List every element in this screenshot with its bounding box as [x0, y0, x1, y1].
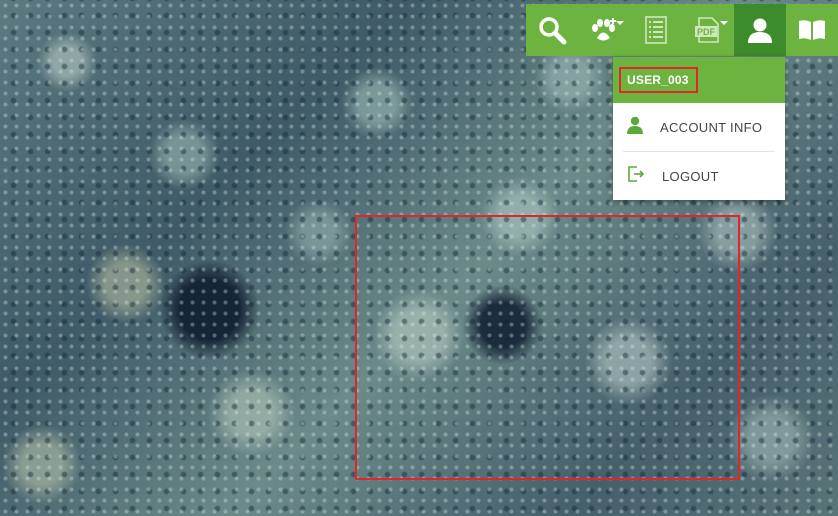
menu-item-account-info[interactable]: ACCOUNT INFO: [613, 103, 785, 151]
svg-text:PDF: PDF: [697, 27, 716, 37]
chevron-down-icon: [616, 21, 624, 25]
user-menu-header: USER_003: [613, 57, 785, 103]
toolbar: PDF: [526, 4, 838, 56]
person-icon: [627, 116, 643, 139]
user-button[interactable]: [734, 4, 786, 56]
menu-item-logout[interactable]: LOGOUT: [613, 152, 785, 200]
chevron-down-icon: [720, 21, 728, 25]
menu-item-label: ACCOUNT INFO: [660, 119, 763, 135]
user-dropdown-menu: USER_003 ACCOUNT INFO LOGOUT: [613, 57, 785, 200]
book-icon: [797, 18, 827, 42]
help-book-button[interactable]: [786, 4, 838, 56]
logout-icon: [627, 165, 645, 187]
list-button[interactable]: [630, 4, 682, 56]
user-icon: [746, 16, 774, 44]
paw-add-icon: [589, 17, 619, 43]
search-button[interactable]: [526, 4, 578, 56]
menu-item-label: LOGOUT: [662, 168, 719, 184]
pdf-icon: PDF: [694, 16, 722, 44]
pdf-export-button[interactable]: PDF: [682, 4, 734, 56]
list-document-icon: [645, 16, 667, 44]
username-label: USER_003: [619, 67, 698, 93]
add-animal-button[interactable]: [578, 4, 630, 56]
selection-rectangle[interactable]: [355, 215, 740, 480]
search-icon: [537, 15, 567, 45]
